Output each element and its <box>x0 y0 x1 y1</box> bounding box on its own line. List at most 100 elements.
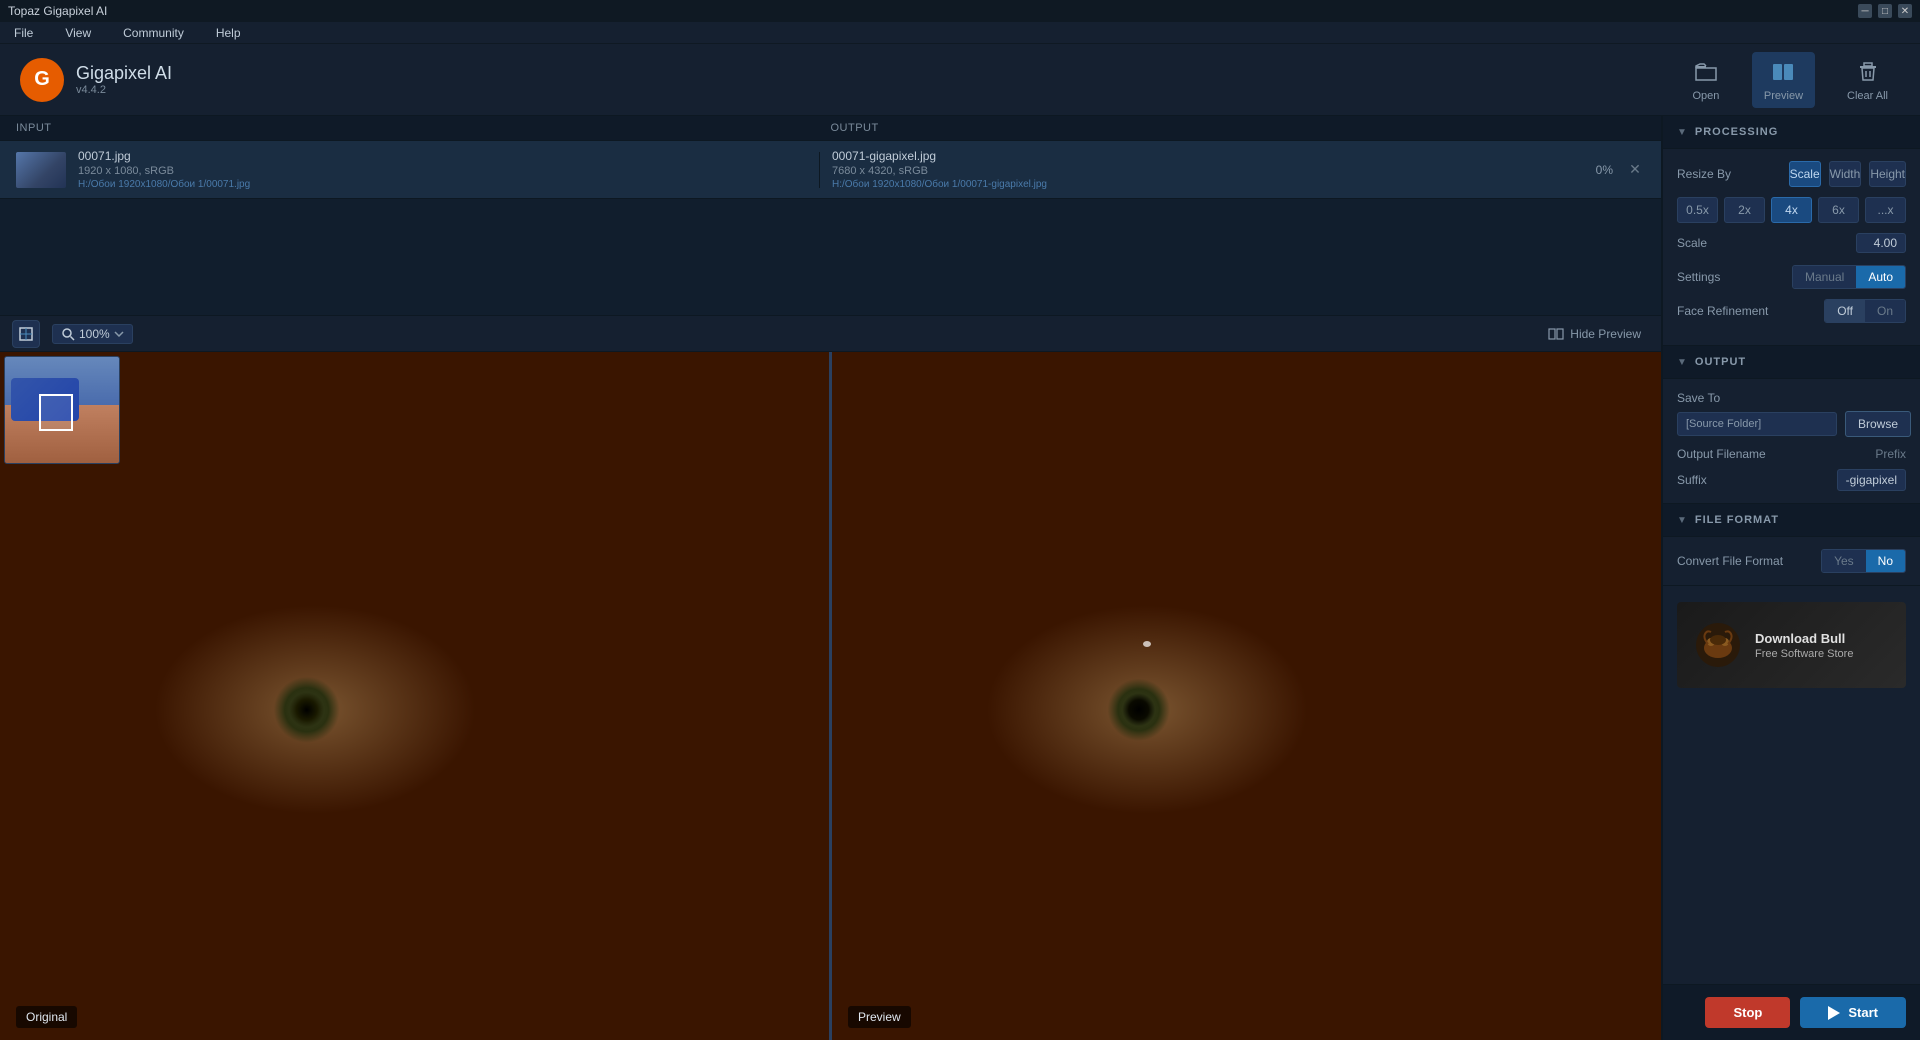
file-output-info: 00071-gigapixel.jpg 7680 x 4320, sRGB H:… <box>832 149 1561 190</box>
scale-2x-button[interactable]: 2x <box>1724 197 1765 223</box>
output-file-name: 00071-gigapixel.jpg <box>832 149 1561 163</box>
original-panel: Original <box>0 352 829 1040</box>
suffix-label: Suffix <box>1677 473 1707 487</box>
scale-4x-button[interactable]: 4x <box>1771 197 1812 223</box>
processed-image <box>832 352 1661 1040</box>
convert-label: Convert File Format <box>1677 554 1783 568</box>
scale-label: Scale <box>1677 236 1707 250</box>
browse-button[interactable]: Browse <box>1845 411 1911 437</box>
output-filename-label: Output Filename <box>1677 447 1766 461</box>
menu-view[interactable]: View <box>59 24 97 42</box>
file-thumbnail <box>16 152 66 188</box>
auto-toggle[interactable]: Auto <box>1856 266 1905 288</box>
file-list-headers: INPUT OUTPUT <box>0 116 1661 141</box>
save-to-input[interactable] <box>1677 412 1837 436</box>
crop-tool-button[interactable] <box>12 320 40 348</box>
processed-panel: Preview <box>832 352 1661 1040</box>
thumbnail-selector <box>39 394 73 431</box>
preview-button[interactable]: Preview <box>1752 52 1815 108</box>
save-to-row: Browse <box>1677 411 1906 437</box>
preview-icon <box>1769 58 1797 86</box>
scale-6x-button[interactable]: 6x <box>1818 197 1859 223</box>
settings-mode-row: Settings Manual Auto <box>1677 265 1906 289</box>
file-dims: 1920 x 1080, sRGB <box>78 165 807 177</box>
ad-logo-icon <box>1693 620 1743 670</box>
resize-width-button[interactable]: Width <box>1829 161 1862 187</box>
resize-height-button[interactable]: Height <box>1869 161 1906 187</box>
menu-community[interactable]: Community <box>117 24 190 42</box>
app-version: v4.4.2 <box>76 84 172 96</box>
open-button[interactable]: Open <box>1680 52 1732 108</box>
file-format-section-header: ▼ FILE FORMAT <box>1663 504 1920 537</box>
settings-label: Settings <box>1677 270 1720 284</box>
open-icon <box>1692 58 1720 86</box>
preview-label: Preview <box>848 1006 911 1028</box>
manual-toggle[interactable]: Manual <box>1793 266 1856 288</box>
ad-banner: Download Bull Free Software Store <box>1677 602 1906 688</box>
file-path: H:/Обои 1920x1080/Обои 1/00071.jpg <box>78 179 807 190</box>
scale-value-row: Scale 4.00 <box>1677 233 1906 253</box>
clear-all-icon <box>1854 58 1882 86</box>
menu-file[interactable]: File <box>8 24 39 42</box>
convert-yes-button[interactable]: Yes <box>1822 550 1866 572</box>
scale-custom-button[interactable]: ...x <box>1865 197 1906 223</box>
suffix-row: Suffix -gigapixel <box>1677 469 1906 491</box>
hide-preview-icon <box>1548 326 1564 342</box>
processing-chevron-icon[interactable]: ▼ <box>1677 127 1687 138</box>
convert-toggle-group: Yes No <box>1821 549 1906 573</box>
resize-by-buttons: Scale Width Height <box>1789 161 1906 187</box>
convert-no-button[interactable]: No <box>1866 550 1905 572</box>
preview-label: Preview <box>1764 90 1803 102</box>
thumbnail-navigator[interactable] <box>4 356 120 464</box>
remove-file-button[interactable]: ✕ <box>1625 160 1645 180</box>
convert-row: Convert File Format Yes No <box>1677 549 1906 573</box>
menu-help[interactable]: Help <box>210 24 247 42</box>
original-image <box>0 352 829 1040</box>
app-logo-icon: G <box>20 58 64 102</box>
file-format-chevron-icon[interactable]: ▼ <box>1677 515 1687 526</box>
resize-by-label: Resize By <box>1677 167 1731 181</box>
ad-subtitle: Free Software Store <box>1755 648 1853 660</box>
table-row[interactable]: 00071.jpg 1920 x 1080, sRGB H:/Обои 1920… <box>0 141 1661 199</box>
output-chevron-icon[interactable]: ▼ <box>1677 357 1687 368</box>
titlebar-title: Topaz Gigapixel AI <box>8 4 107 18</box>
start-label: Start <box>1848 1005 1878 1020</box>
minimize-button[interactable]: ─ <box>1858 4 1872 18</box>
scale-0-5x-button[interactable]: 0.5x <box>1677 197 1718 223</box>
processing-title: PROCESSING <box>1695 126 1778 138</box>
output-column-header: OUTPUT <box>831 122 1646 134</box>
hide-preview-label: Hide Preview <box>1570 327 1641 341</box>
zoom-value: 100% <box>79 327 110 341</box>
processing-content: Resize By Scale Width Height 0.5x 2x 4x … <box>1663 149 1920 346</box>
close-button[interactable]: ✕ <box>1898 4 1912 18</box>
filename-row: Output Filename Prefix <box>1677 447 1906 461</box>
bottom-bar: Stop Start <box>1663 984 1920 1040</box>
preview-area: 100% Hide Preview <box>0 316 1661 1040</box>
header: G Gigapixel AI v4.4.2 Open Preview <box>0 44 1920 116</box>
processing-section-header: ▼ PROCESSING <box>1663 116 1920 149</box>
output-title: OUTPUT <box>1695 356 1746 368</box>
original-label: Original <box>16 1006 77 1028</box>
clear-all-button[interactable]: Clear All <box>1835 52 1900 108</box>
main-area: INPUT OUTPUT 00071.jpg 1920 x 1080, sRGB… <box>0 116 1920 1040</box>
file-format-content: Convert File Format Yes No <box>1663 537 1920 586</box>
resize-scale-button[interactable]: Scale <box>1789 161 1821 187</box>
left-panel: INPUT OUTPUT 00071.jpg 1920 x 1080, sRGB… <box>0 116 1662 1040</box>
maximize-button[interactable]: □ <box>1878 4 1892 18</box>
face-off-toggle[interactable]: Off <box>1825 300 1865 322</box>
zoom-control[interactable]: 100% <box>52 324 133 344</box>
hide-preview-button[interactable]: Hide Preview <box>1540 322 1649 346</box>
face-on-toggle[interactable]: On <box>1865 300 1905 322</box>
zoom-chevron-icon <box>114 331 124 337</box>
scale-buttons-row: 0.5x 2x 4x 6x ...x <box>1677 197 1906 223</box>
input-column-header: INPUT <box>16 122 831 134</box>
start-button[interactable]: Start <box>1800 997 1906 1028</box>
thumbnail-image <box>16 152 66 188</box>
right-panel: ▼ PROCESSING Resize By Scale Width Heigh… <box>1662 116 1920 1040</box>
stop-button[interactable]: Stop <box>1705 997 1790 1028</box>
file-input-info: 00071.jpg 1920 x 1080, sRGB H:/Обои 1920… <box>78 149 807 190</box>
output-content: Save To Browse Output Filename Prefix Su… <box>1663 379 1920 504</box>
ad-inner: Download Bull Free Software Store <box>1677 602 1906 688</box>
save-to-section: Save To Browse <box>1677 391 1906 437</box>
suffix-value: -gigapixel <box>1837 469 1906 491</box>
